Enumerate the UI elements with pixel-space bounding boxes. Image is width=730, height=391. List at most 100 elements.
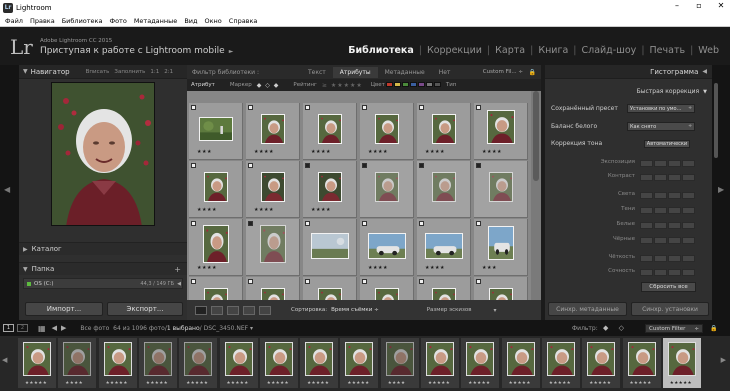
tone-step-button[interactable]: [668, 255, 681, 262]
select-badge-icon[interactable]: [248, 105, 253, 110]
grid-cell[interactable]: ★★★★: [189, 219, 243, 276]
module-slideshow[interactable]: Слайд-шоу: [576, 45, 641, 56]
sort-select[interactable]: Время съёмки ÷: [331, 307, 379, 313]
filmstrip-cell[interactable]: ★★★★★: [300, 338, 339, 388]
filmstrip-thumbnail[interactable]: [63, 342, 92, 376]
rejected-flag-icon[interactable]: [419, 163, 424, 168]
module-library[interactable]: Библиотека: [343, 45, 418, 56]
tone-step-button[interactable]: [654, 255, 667, 262]
grid-cell[interactable]: ★★★★: [303, 161, 357, 218]
rejected-flag-icon[interactable]: [476, 163, 481, 168]
photo-thumbnail[interactable]: [489, 172, 513, 202]
tone-step-button[interactable]: [640, 192, 653, 199]
filmstrip-cell[interactable]: ★★★★: [58, 338, 97, 388]
lock-icon[interactable]: 🔒: [529, 69, 536, 76]
photo-thumbnail[interactable]: [375, 114, 399, 144]
star-rating[interactable]: ★★★★: [368, 265, 388, 271]
scrollbar-thumb[interactable]: [533, 91, 539, 181]
module-develop[interactable]: Коррекции: [422, 45, 487, 56]
photo-thumbnail[interactable]: [425, 233, 463, 259]
grid-icon[interactable]: ▦: [38, 324, 46, 333]
filmstrip-scroll-right-icon[interactable]: ▶: [721, 356, 726, 364]
grid-cell[interactable]: [417, 161, 471, 218]
grid-cell[interactable]: ★★★★: [246, 103, 300, 160]
catalog-panel-header[interactable]: ▶ Каталог: [19, 242, 187, 255]
tone-step-button[interactable]: [640, 237, 653, 244]
tone-step-button[interactable]: [654, 174, 667, 181]
right-panel-toggle[interactable]: ▶: [712, 65, 730, 320]
tone-step-button[interactable]: [668, 269, 681, 276]
grid-cell[interactable]: ★★★★: [189, 161, 243, 218]
import-button[interactable]: Импорт...: [25, 302, 103, 316]
tone-adjust-buttons[interactable]: [640, 255, 695, 262]
tone-step-button[interactable]: [654, 192, 667, 199]
tone-step-button[interactable]: [682, 237, 695, 244]
filmstrip-cell[interactable]: ★★★★★: [219, 338, 258, 388]
filmstrip-thumbnail[interactable]: [103, 342, 132, 376]
grid-cell[interactable]: [246, 219, 300, 276]
select-badge-icon[interactable]: [191, 279, 196, 284]
grid-cell[interactable]: [474, 161, 528, 218]
filter-tab-text[interactable]: Текст: [301, 69, 333, 76]
filmstrip-filter-select[interactable]: Custom Filter ÷: [645, 324, 703, 333]
color-swatch[interactable]: [401, 81, 409, 87]
filmstrip-thumbnail[interactable]: [184, 342, 213, 376]
select-badge-icon[interactable]: [476, 221, 481, 226]
star-rating[interactable]: ★★★★: [425, 149, 445, 155]
tone-step-button[interactable]: [682, 222, 695, 229]
zoom-fit[interactable]: Вписать: [86, 69, 110, 75]
photo-thumbnail[interactable]: [487, 110, 515, 144]
filmstrip-cell[interactable]: ★★★★★: [18, 338, 56, 388]
menu-window[interactable]: Окно: [205, 17, 222, 25]
second-window-button[interactable]: 2: [17, 324, 28, 332]
filmstrip-cell[interactable]: ★★★★★: [582, 338, 621, 388]
menu-library[interactable]: Библиотека: [62, 17, 103, 25]
menu-help[interactable]: Справка: [229, 17, 258, 25]
filmstrip-thumbnail[interactable]: [23, 342, 51, 376]
module-print[interactable]: Печать: [645, 45, 691, 56]
tone-adjust-buttons[interactable]: [640, 174, 695, 181]
module-map[interactable]: Карта: [490, 45, 530, 56]
tone-step-button[interactable]: [668, 222, 681, 229]
grid-cell[interactable]: ★★★★: [474, 103, 528, 160]
tone-step-button[interactable]: [640, 160, 653, 167]
photo-thumbnail[interactable]: [261, 114, 285, 144]
filmstrip-cell[interactable]: ★★★★★: [622, 338, 661, 388]
photo-thumbnail[interactable]: [488, 226, 514, 260]
tone-step-button[interactable]: [640, 174, 653, 181]
star-rating[interactable]: ★★★★: [368, 149, 388, 155]
filter-preset-select[interactable]: Custom Fil... ÷: [483, 69, 523, 75]
grid-view-button[interactable]: [195, 305, 207, 315]
tone-step-button[interactable]: [682, 174, 695, 181]
grid-cell[interactable]: ★★★★: [360, 103, 414, 160]
star-rating[interactable]: ★★★: [197, 149, 212, 155]
select-badge-icon[interactable]: [362, 279, 367, 284]
menu-photo[interactable]: Фото: [109, 17, 126, 25]
flag-filter-icons[interactable]: ◆ ◇ ◆: [257, 82, 280, 89]
menu-file[interactable]: Файл: [5, 17, 23, 25]
zoom-2-1[interactable]: 2:1: [164, 69, 173, 75]
filmstrip-cell[interactable]: ★★★★: [380, 338, 419, 388]
grid-scrollbar[interactable]: [531, 91, 541, 320]
rejected-flag-icon[interactable]: [248, 221, 253, 226]
menu-edit[interactable]: Правка: [30, 17, 55, 25]
photo-thumbnail[interactable]: [318, 114, 342, 144]
folders-panel-header[interactable]: ▼ Папка +: [19, 262, 187, 275]
grid-cell[interactable]: ★★★★: [360, 219, 414, 276]
color-swatch[interactable]: [385, 81, 393, 87]
sync-metadata-button[interactable]: Синхр. метаданные: [548, 302, 627, 316]
tone-adjust-buttons[interactable]: [640, 222, 695, 229]
filmstrip-cell[interactable]: ★★★★★: [138, 338, 177, 388]
loupe-view-button[interactable]: [211, 305, 223, 315]
star-rating[interactable]: ★★★★: [425, 265, 445, 271]
star-rating[interactable]: ★★★★: [197, 265, 217, 271]
filmstrip-thumbnail[interactable]: [264, 342, 293, 376]
filmstrip-cell[interactable]: ★★★★★: [98, 338, 137, 388]
color-swatch[interactable]: [409, 81, 417, 87]
tone-step-button[interactable]: [654, 207, 667, 214]
left-panel-toggle[interactable]: ◀: [0, 65, 19, 320]
rejected-flag-icon[interactable]: [305, 163, 310, 168]
tone-step-button[interactable]: [682, 160, 695, 167]
toolbar-menu-icon[interactable]: ▾: [494, 307, 497, 314]
navigator-preview[interactable]: [51, 82, 155, 226]
